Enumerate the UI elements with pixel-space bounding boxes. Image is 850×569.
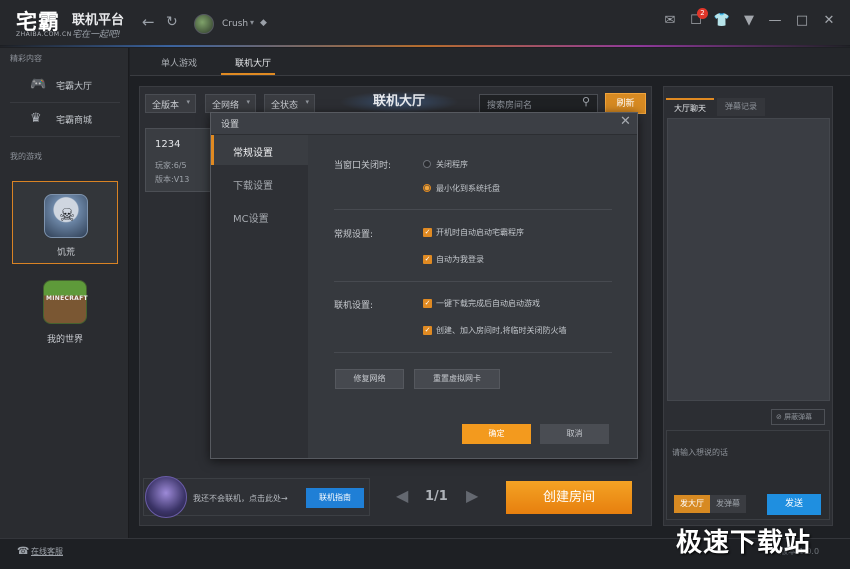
send-button[interactable]: 发送 xyxy=(767,494,821,515)
checkbox-label[interactable]: 创建、加入房间时,将临时关闭防火墙 xyxy=(436,325,567,336)
refresh-button[interactable]: 刷新 xyxy=(605,93,646,114)
chevron-down-icon[interactable]: ▾ xyxy=(250,18,254,27)
close-icon[interactable]: ✕ xyxy=(820,12,838,30)
watermark: 极速下载站 xyxy=(676,528,812,558)
checkbox-autostart[interactable]: ✓ xyxy=(423,228,432,237)
chat-messages[interactable] xyxy=(667,118,830,401)
user-avatar[interactable] xyxy=(194,14,214,34)
checkbox-disable-firewall[interactable]: ✓ xyxy=(423,326,432,335)
network-filter-value: 全网络 xyxy=(212,101,240,111)
online-service-link[interactable]: 在线客服 xyxy=(31,546,63,557)
online-guide-button[interactable]: 联机指南 xyxy=(306,488,364,508)
next-page-icon[interactable]: ▶ xyxy=(466,486,478,505)
send-danmaku-option[interactable]: 发弹幕 xyxy=(710,495,746,513)
block-danmaku-toggle[interactable]: ⊘ 屏蔽弹幕 xyxy=(771,409,825,425)
sidebar-item-lobby[interactable]: 🎮 宅霸大厅 xyxy=(0,69,128,101)
create-room-button[interactable]: 创建房间 xyxy=(506,481,632,514)
notification-badge: 2 xyxy=(697,8,708,19)
checkbox-label[interactable]: 开机时自动启动宅霸程序 xyxy=(436,227,524,238)
status-filter[interactable]: 全状态 ▾ xyxy=(264,94,315,113)
settings-nav-general[interactable]: 常规设置 xyxy=(211,135,308,165)
radio-label[interactable]: 最小化到系统托盘 xyxy=(436,183,500,194)
status-filter-value: 全状态 xyxy=(271,101,299,111)
prev-page-icon[interactable]: ◀ xyxy=(396,486,408,505)
room-version: 版本:V13 xyxy=(155,175,190,184)
dialog-title-bar xyxy=(211,113,637,135)
sidebar-item-label: 宅霸商城 xyxy=(56,116,93,126)
sidebar-section-featured: 精彩内容 xyxy=(10,54,42,63)
cancel-button[interactable]: 取消 xyxy=(540,424,609,444)
send-to-hall-option[interactable]: 发大厅 xyxy=(674,495,710,513)
page-indicator: 1/1 xyxy=(425,489,448,504)
dont-starve-icon: ☠ xyxy=(44,194,88,238)
dialog-title: 设置 xyxy=(221,120,240,130)
user-name[interactable]: Crush xyxy=(222,19,248,29)
checkbox-autologin[interactable]: ✓ xyxy=(423,255,432,264)
game-item-dont-starve[interactable]: ☠ 饥荒 xyxy=(12,181,118,264)
app-logo-domain: ZHAIBA.COM.CN xyxy=(16,31,72,38)
tab-single-player[interactable]: 单人游戏 xyxy=(161,56,197,69)
general-settings-label: 常规设置: xyxy=(334,230,374,240)
lobby-title: 联机大厅 xyxy=(339,91,459,113)
minecraft-icon: MINECRAFT xyxy=(43,280,88,324)
radio-close-program[interactable] xyxy=(423,160,431,168)
diamond-icon: ◆ xyxy=(260,18,267,28)
settings-nav-mc[interactable]: MC设置 xyxy=(211,201,308,231)
divider xyxy=(10,136,120,137)
game-item-minecraft[interactable]: MINECRAFT 我的世界 xyxy=(12,272,118,352)
room-name: 1234 xyxy=(155,139,181,150)
on-close-label: 当窗口关闭时: xyxy=(334,161,392,171)
block-danmaku-label: 屏蔽弹幕 xyxy=(784,413,813,421)
sidebar-item-store[interactable]: ♛ 宅霸商城 xyxy=(0,103,128,135)
checkbox-autolaunch-game[interactable]: ✓ xyxy=(423,299,432,308)
radio-label[interactable]: 关闭程序 xyxy=(436,159,468,170)
room-search-input[interactable]: 搜索房间名 xyxy=(479,94,598,113)
reset-virtual-nic-button[interactable]: 重置虚拟网卡 xyxy=(414,369,500,389)
active-tab-indicator xyxy=(221,73,275,75)
checkbox-label[interactable]: 一键下载完成后自动启动游戏 xyxy=(436,298,540,309)
version-filter[interactable]: 全版本 ▾ xyxy=(145,94,196,113)
skin-shirt-icon[interactable]: 👕 xyxy=(713,12,731,30)
crown-icon: ♛ xyxy=(30,111,42,126)
app-slogan: 宅在一起吧! xyxy=(72,30,121,40)
close-icon[interactable]: ✕ xyxy=(620,114,631,129)
settings-nav-download[interactable]: 下载设置 xyxy=(211,168,308,198)
checkbox-label[interactable]: 自动为我登录 xyxy=(436,254,484,265)
divider xyxy=(334,281,612,282)
version-filter-value: 全版本 xyxy=(152,101,180,111)
block-icon: ⊘ xyxy=(776,413,782,421)
mail-icon[interactable]: ✉ xyxy=(661,12,679,30)
minimize-icon[interactable]: — xyxy=(766,12,784,30)
divider xyxy=(334,209,612,210)
online-settings-label: 联机设置: xyxy=(334,301,374,311)
room-players: 玩家:6/5 xyxy=(155,161,187,170)
tab-danmaku-log[interactable]: 弹幕记录 xyxy=(717,98,765,116)
mascot-avatar xyxy=(145,476,187,518)
chat-input-placeholder: 请输入想说的话 xyxy=(672,448,728,457)
app-platform-title: 联机平台 xyxy=(72,13,125,28)
customer-service-icon[interactable]: ☎ xyxy=(17,546,29,557)
guide-text[interactable]: 我还不会联机，点击此处→ xyxy=(193,493,288,504)
minecraft-icon-text: MINECRAFT xyxy=(46,295,88,302)
tab-online-lobby[interactable]: 联机大厅 xyxy=(235,56,271,69)
game-label: 饥荒 xyxy=(56,248,75,258)
menu-dropdown-icon[interactable]: ▼ xyxy=(740,12,758,30)
radio-minimize-tray[interactable] xyxy=(423,184,431,192)
back-arrow-icon[interactable]: ← xyxy=(142,14,158,30)
divider xyxy=(334,352,612,353)
sidebar-item-label: 宅霸大厅 xyxy=(56,82,93,92)
reload-icon[interactable]: ↻ xyxy=(166,14,182,30)
network-filter[interactable]: 全网络 ▾ xyxy=(205,94,256,113)
search-icon[interactable]: ⚲ xyxy=(582,95,590,108)
chevron-down-icon: ▾ xyxy=(186,98,190,106)
repair-network-button[interactable]: 修复网络 xyxy=(335,369,404,389)
game-label: 我的世界 xyxy=(46,335,83,345)
chevron-down-icon: ▾ xyxy=(246,98,250,106)
maximize-icon[interactable]: □ xyxy=(793,12,811,30)
gamepad-icon: 🎮 xyxy=(30,77,47,92)
tab-hall-chat[interactable]: 大厅聊天 xyxy=(666,98,714,116)
sidebar-section-games: 我的游戏 xyxy=(10,152,42,161)
ok-button[interactable]: 确定 xyxy=(462,424,531,444)
chevron-down-icon: ▾ xyxy=(305,98,309,106)
